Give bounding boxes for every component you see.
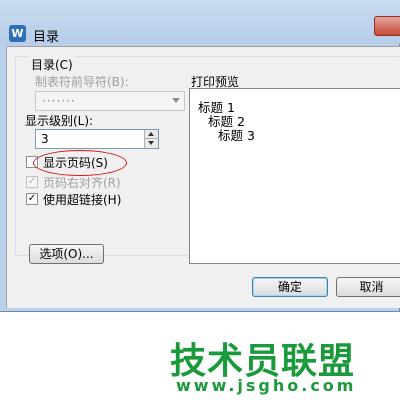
title-bar[interactable]: W 目录 <box>0 0 400 45</box>
ok-button[interactable]: 确定 <box>252 277 328 297</box>
use-hyperlinks-checkbox[interactable]: ✓ <box>26 193 38 205</box>
tab-leader-dropdown[interactable]: ······· <box>35 91 185 111</box>
tab-leader-value: ······· <box>42 94 76 108</box>
tab-leader-label: 制表符前导符(B): <box>35 75 129 89</box>
show-levels-value: 3 <box>41 132 49 146</box>
preview-heading-3: 标题 3 <box>218 128 255 143</box>
right-align-label: 页码右对齐(R) <box>43 176 121 190</box>
spin-down-icon[interactable] <box>144 139 158 148</box>
use-hyperlinks-label[interactable]: 使用超链接(H) <box>43 191 121 208</box>
options-button[interactable]: 选项(O)... <box>29 244 104 264</box>
cancel-button[interactable]: 取消 <box>336 277 400 297</box>
watermark-url: www.jsgho.com <box>176 376 357 395</box>
spin-up-icon[interactable] <box>144 130 158 139</box>
group-legend: 目录(C) <box>28 56 76 73</box>
wps-writer-icon: W <box>9 25 26 42</box>
chevron-down-icon <box>172 98 180 103</box>
toc-dialog: W 目录 目录(C) 制表符前导符(B): ······· 显示级别(L): 3… <box>0 0 400 312</box>
highlight-ellipse <box>33 150 127 176</box>
show-levels-spinner[interactable]: 3 <box>35 129 159 149</box>
window-title: 目录 <box>33 30 60 45</box>
dialog-body: 目录(C) 制表符前导符(B): ······· 显示级别(L): 3 显示页码… <box>6 46 400 308</box>
print-preview-pane: 标题 1 标题 2 标题 3 <box>189 88 400 264</box>
show-levels-label: 显示级别(L): <box>25 114 94 128</box>
right-align-checkbox[interactable]: ✓ <box>26 176 38 188</box>
close-button[interactable] <box>374 16 400 36</box>
